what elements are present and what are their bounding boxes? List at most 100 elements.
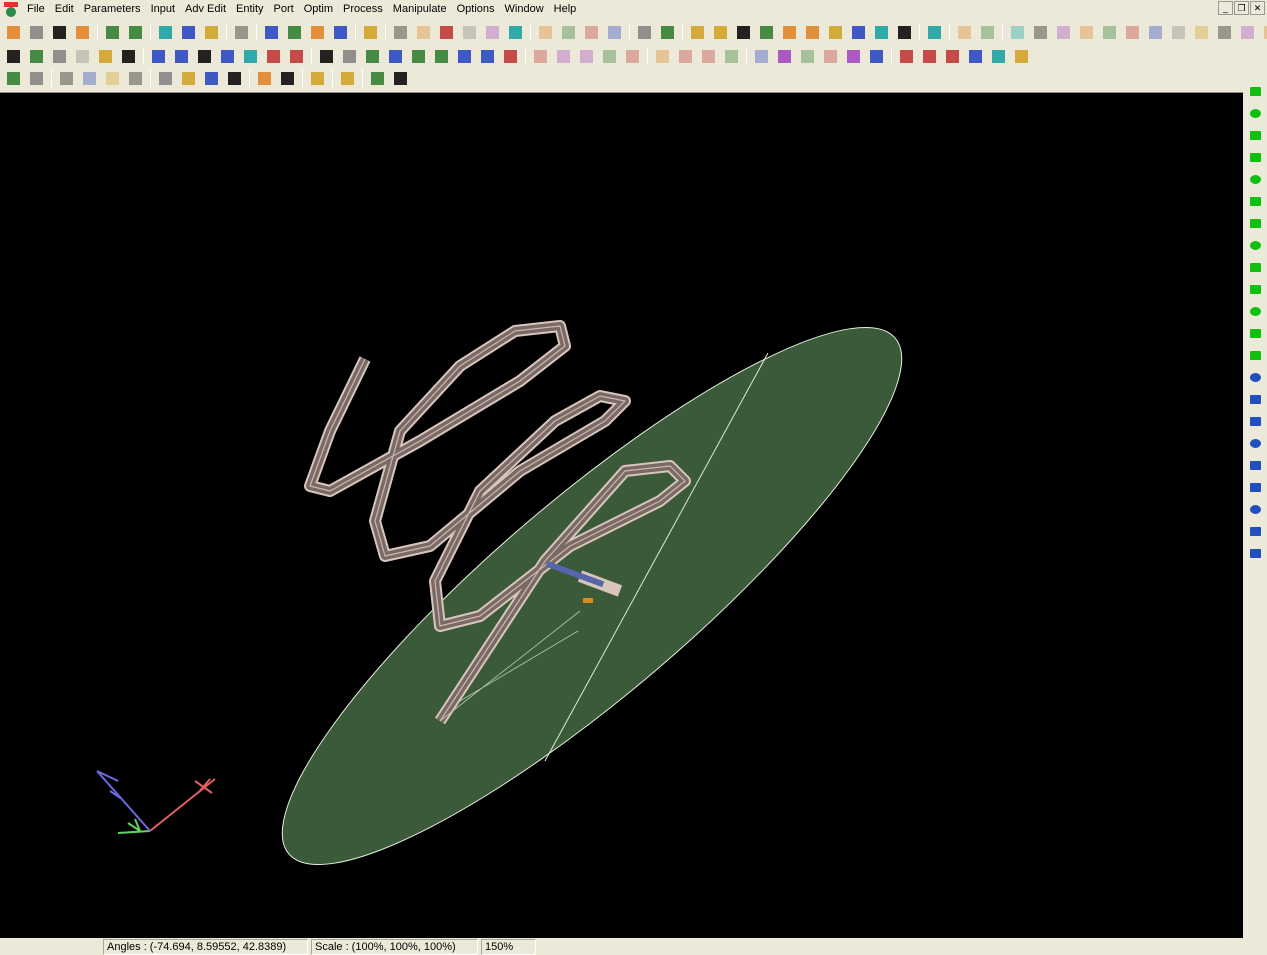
shape-5-icon[interactable] [1101, 23, 1119, 41]
via-icon[interactable] [804, 23, 822, 41]
current-icon[interactable] [265, 47, 283, 65]
menu-adv-edit[interactable]: Adv Edit [180, 3, 231, 15]
patch-icon[interactable] [1248, 414, 1262, 428]
port-pair-icon[interactable] [97, 47, 115, 65]
port-icon[interactable] [850, 23, 868, 41]
group-3-icon[interactable] [583, 23, 601, 41]
select-arrow-icon[interactable] [286, 23, 304, 41]
zoom-page-icon[interactable] [127, 69, 145, 87]
menu-edit[interactable]: Edit [50, 3, 79, 15]
arch-icon[interactable] [1248, 238, 1262, 252]
redo-icon[interactable] [979, 23, 997, 41]
paste-icon[interactable] [438, 23, 456, 41]
shape-6-icon[interactable] [1124, 23, 1142, 41]
group-2-icon[interactable] [560, 23, 578, 41]
print-icon[interactable] [74, 23, 92, 41]
shape-8-icon[interactable] [1170, 23, 1188, 41]
port-table-icon[interactable] [203, 69, 221, 87]
cursor-icon[interactable] [636, 23, 654, 41]
shape-4-icon[interactable] [1078, 23, 1096, 41]
plus-v-icon[interactable] [776, 47, 794, 65]
port-box-icon[interactable] [28, 47, 46, 65]
blue-sphere-icon[interactable] [921, 47, 939, 65]
undo-icon[interactable] [956, 23, 974, 41]
shape-7-icon[interactable] [1147, 23, 1165, 41]
monitor-icon[interactable] [369, 69, 387, 87]
ring-icon[interactable] [1248, 436, 1262, 450]
bend-icon[interactable] [1248, 172, 1262, 186]
menu-help[interactable]: Help [549, 3, 582, 15]
text-icon[interactable] [781, 23, 799, 41]
zoom-in-icon[interactable] [578, 47, 596, 65]
camera-icon[interactable] [507, 23, 525, 41]
zoom-in-icon[interactable] [81, 69, 99, 87]
grid-points-icon[interactable] [28, 69, 46, 87]
heatmap-icon[interactable] [479, 47, 497, 65]
circle-icon[interactable] [758, 23, 776, 41]
shape-3-icon[interactable] [1055, 23, 1073, 41]
color-grid-icon[interactable] [944, 47, 962, 65]
polygon-icon[interactable] [827, 23, 845, 41]
wave-icon[interactable] [256, 69, 274, 87]
new-file-icon[interactable] [5, 23, 23, 41]
up-icon[interactable] [723, 47, 741, 65]
menu-manipulate[interactable]: Manipulate [388, 3, 452, 15]
zoom-box-icon[interactable] [555, 47, 573, 65]
run-fields-2-icon[interactable] [242, 47, 260, 65]
vs-icon[interactable] [753, 47, 771, 65]
open-folder-icon[interactable] [28, 23, 46, 41]
paint-bucket-icon[interactable] [392, 69, 410, 87]
copy-icon[interactable] [415, 23, 433, 41]
pencil-icon[interactable] [263, 23, 281, 41]
delete-icon[interactable] [461, 23, 479, 41]
pattern-icon[interactable] [433, 47, 451, 65]
shape-1-icon[interactable] [1009, 23, 1027, 41]
disc-icon[interactable] [1248, 304, 1262, 318]
stub-icon[interactable] [1248, 150, 1262, 164]
tube-icon[interactable] [1248, 282, 1262, 296]
ring-2-icon[interactable] [1248, 458, 1262, 472]
menu-entity[interactable]: Entity [231, 3, 269, 15]
circle-port-icon[interactable] [1248, 392, 1262, 406]
square-port-icon[interactable] [1248, 370, 1262, 384]
bulb-icon[interactable] [339, 69, 357, 87]
mesh-icon[interactable] [150, 47, 168, 65]
save-view-icon[interactable] [5, 69, 23, 87]
arc-icon[interactable] [712, 23, 730, 41]
zoom-fit-icon[interactable] [624, 47, 642, 65]
coil-icon[interactable] [1248, 326, 1262, 340]
y-junction-icon[interactable] [1248, 128, 1262, 142]
menu-process[interactable]: Process [338, 3, 388, 15]
layer-stack-icon[interactable] [180, 23, 198, 41]
left-icon[interactable] [654, 47, 672, 65]
shape-9-icon[interactable] [1193, 23, 1211, 41]
corner-icon[interactable] [868, 47, 886, 65]
shape-2-icon[interactable] [1032, 23, 1050, 41]
restore-button[interactable]: ❐ [1234, 1, 1249, 15]
align-h-icon[interactable] [822, 47, 840, 65]
radiation-icon[interactable] [318, 47, 336, 65]
menu-optim[interactable]: Optim [299, 3, 338, 15]
graph-icon[interactable] [502, 47, 520, 65]
menu-file[interactable]: File [22, 3, 50, 15]
cylinder-icon[interactable] [1248, 260, 1262, 274]
slot-icon[interactable] [1248, 216, 1262, 230]
port-3-icon[interactable] [896, 23, 914, 41]
close-button[interactable]: ✕ [1250, 1, 1265, 15]
box-icon[interactable] [845, 47, 863, 65]
sphere-icon[interactable] [196, 47, 214, 65]
triangle-port-icon[interactable] [226, 69, 244, 87]
t-junction-icon[interactable] [1248, 106, 1262, 120]
chart-icon[interactable] [341, 47, 359, 65]
esc-icon[interactable] [233, 23, 251, 41]
group-1-icon[interactable] [537, 23, 555, 41]
shape-12-icon[interactable] [1262, 23, 1267, 41]
zoom-out-icon[interactable] [601, 47, 619, 65]
gap-icon[interactable] [926, 23, 944, 41]
right-icon[interactable] [677, 47, 695, 65]
zoom-out-icon[interactable] [104, 69, 122, 87]
shape-11-icon[interactable] [1239, 23, 1257, 41]
select-box-2-icon[interactable] [332, 23, 350, 41]
port-multi-icon[interactable] [120, 47, 138, 65]
run-fields-icon[interactable] [219, 47, 237, 65]
